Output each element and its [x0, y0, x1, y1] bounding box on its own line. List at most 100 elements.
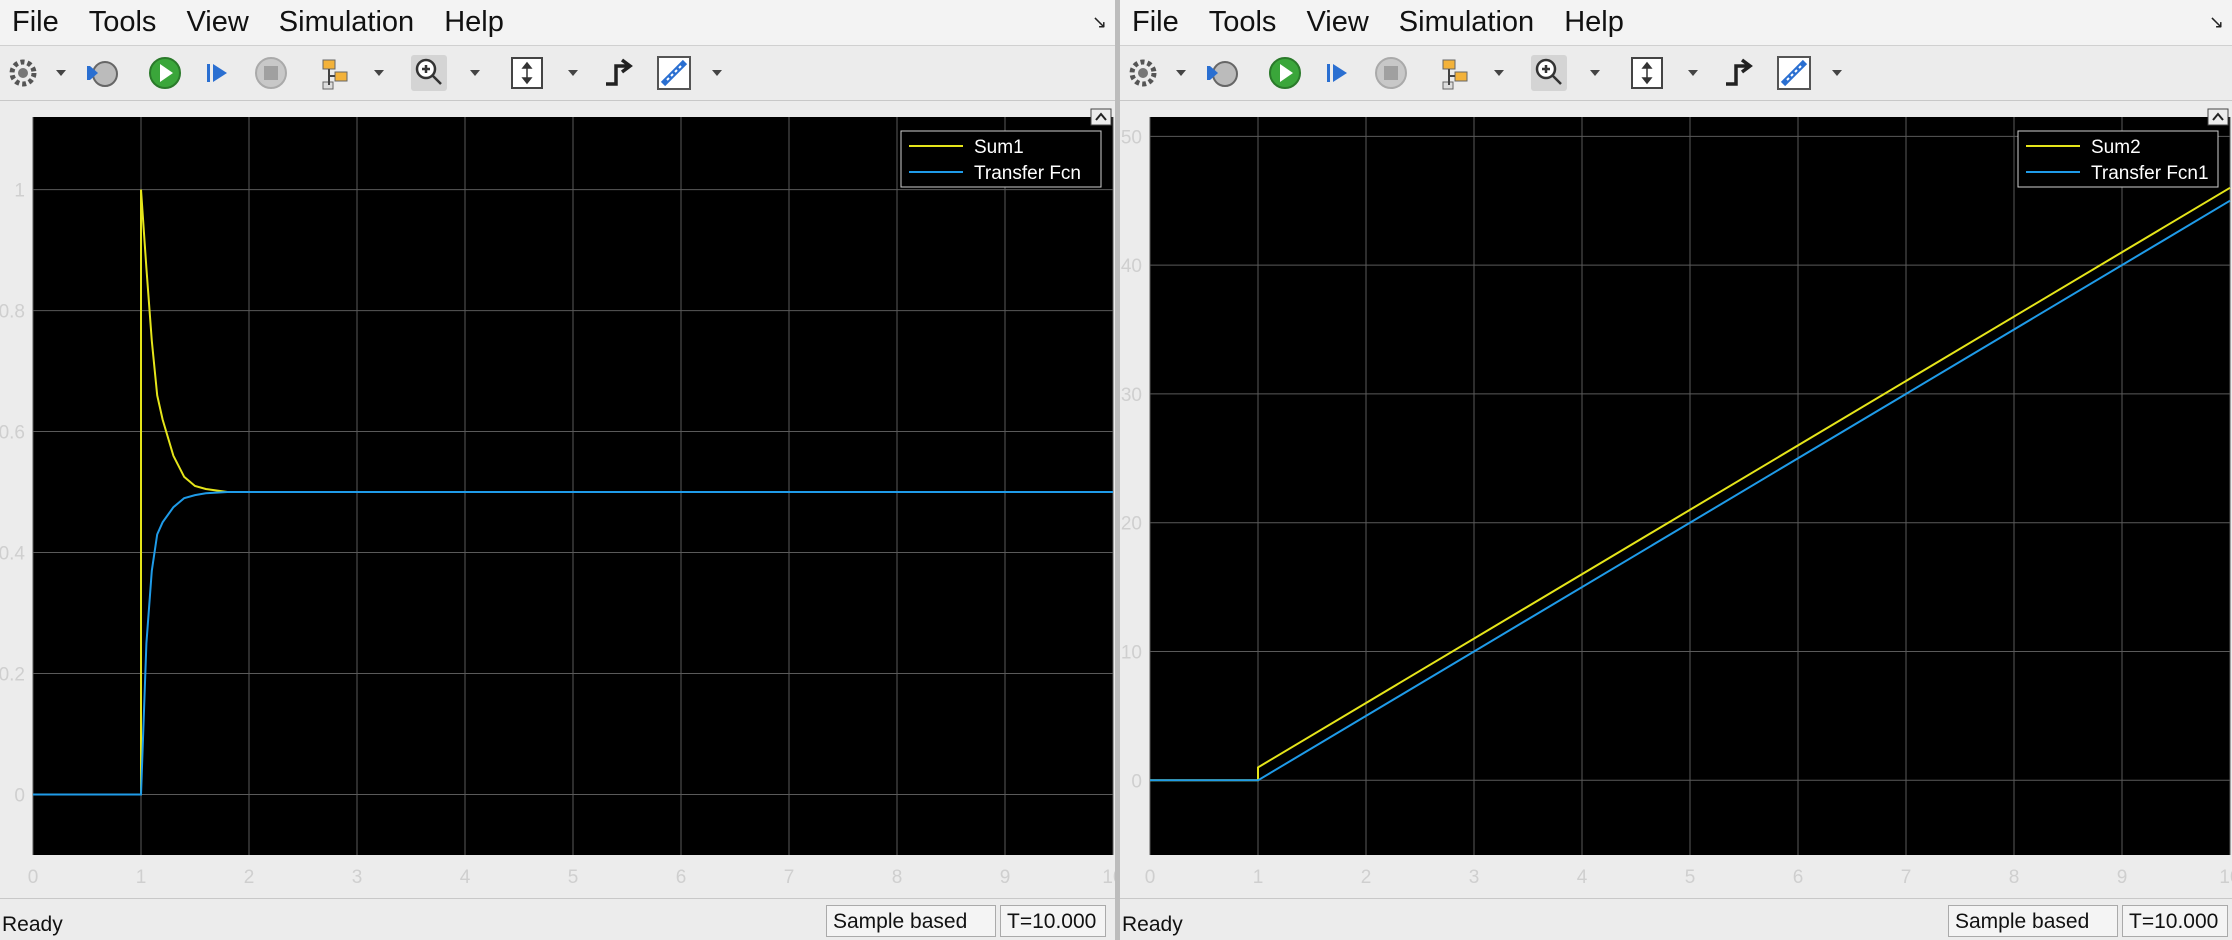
x-tick-label: 0 — [1145, 867, 1156, 888]
x-tick-label: 1 — [136, 867, 147, 888]
status-bar: Ready Sample based T=10.000 — [0, 898, 1115, 940]
x-tick-label: 1 — [1253, 867, 1264, 888]
x-tick-label: 4 — [460, 867, 471, 888]
chevron-down-icon[interactable] — [1588, 66, 1602, 80]
legend-label: Sum2 — [2091, 137, 2141, 158]
y-tick-label: 0.4 — [0, 544, 25, 565]
x-tick-label: 2 — [1361, 867, 1372, 888]
plot-area: 0 1 2 3 4 5 6 7 8 9 10 0 0.2 0.4 0.6 0.8 1 Sum1 Transfer F… — [0, 101, 1115, 898]
chevron-down-icon[interactable] — [372, 66, 386, 80]
legend-label: Transfer Fcn — [974, 163, 1081, 184]
legend-label: Transfer Fcn1 — [2091, 163, 2209, 184]
y-tick-label: 10 — [1121, 643, 1142, 664]
zoom-icon[interactable] — [410, 54, 448, 92]
maximize-axes-icon[interactable] — [1090, 108, 1112, 126]
cursor-measurements-icon[interactable] — [1775, 54, 1813, 92]
x-tick-label: 2 — [244, 867, 255, 888]
plot-area: 0 1 2 3 4 5 6 7 8 9 10 0 10 20 30 40 50 Sum2 Transfer Fcn1 — [1120, 101, 2232, 898]
x-tick-label: 9 — [2117, 867, 2128, 888]
menu-simulation[interactable]: Simulation — [1384, 0, 1549, 45]
scope-window-left: File Tools View Simulation Help ↘ 0 1 2 3 4 5… — [0, 0, 1115, 940]
triggers-icon[interactable] — [1720, 54, 1758, 92]
status-sim-time: T=10.000 — [2122, 905, 2228, 937]
chevron-down-icon[interactable] — [1174, 66, 1188, 80]
menu-file[interactable]: File — [1120, 0, 1194, 45]
maximize-axes-icon[interactable] — [2207, 108, 2229, 126]
simulink-highlight-icon[interactable] — [316, 54, 354, 92]
settings-gear-icon[interactable] — [4, 54, 42, 92]
menu-bar: File Tools View Simulation Help ↘ — [0, 0, 1115, 46]
chevron-down-icon[interactable] — [1686, 66, 1700, 80]
step-back-icon[interactable] — [1204, 54, 1242, 92]
undock-icon[interactable]: ↘ — [2209, 12, 2224, 33]
x-tick-label: 7 — [1901, 867, 1912, 888]
stop-icon[interactable] — [252, 54, 290, 92]
run-icon[interactable] — [146, 54, 184, 92]
x-tick-label: 10 — [1102, 867, 1115, 888]
chevron-down-icon[interactable] — [54, 66, 68, 80]
step-forward-icon[interactable] — [1318, 54, 1356, 92]
y-tick-label: 50 — [1121, 127, 1142, 148]
x-tick-label: 8 — [892, 867, 903, 888]
stop-icon[interactable] — [1372, 54, 1410, 92]
settings-gear-icon[interactable] — [1124, 54, 1162, 92]
step-back-icon[interactable] — [84, 54, 122, 92]
status-ready: Ready — [1122, 913, 1183, 936]
undock-icon[interactable]: ↘ — [1092, 12, 1107, 33]
menu-tools[interactable]: Tools — [74, 0, 172, 45]
status-bar: Ready Sample based T=10.000 — [1120, 898, 2232, 940]
status-ready: Ready — [2, 913, 63, 936]
status-sample-mode: Sample based — [826, 905, 996, 937]
y-tick-label: 1 — [14, 181, 25, 202]
menu-view[interactable]: View — [171, 0, 263, 45]
menu-tools[interactable]: Tools — [1194, 0, 1292, 45]
menu-help[interactable]: Help — [1549, 0, 1639, 45]
y-tick-label: 30 — [1121, 385, 1142, 406]
x-tick-label: 3 — [352, 867, 363, 888]
chevron-down-icon[interactable] — [566, 66, 580, 80]
x-tick-label: 6 — [1793, 867, 1804, 888]
scale-axes-icon[interactable] — [1628, 54, 1666, 92]
x-tick-label: 9 — [1000, 867, 1011, 888]
x-tick-label: 10 — [2219, 867, 2232, 888]
y-tick-label: 0.2 — [0, 665, 25, 686]
x-tick-label: 6 — [676, 867, 687, 888]
menu-help[interactable]: Help — [429, 0, 519, 45]
menu-file[interactable]: File — [0, 0, 74, 45]
x-tick-label: 3 — [1469, 867, 1480, 888]
menu-view[interactable]: View — [1291, 0, 1383, 45]
y-tick-label: 0.6 — [0, 423, 25, 444]
x-tick-label: 0 — [28, 867, 39, 888]
x-tick-label: 5 — [1685, 867, 1696, 888]
chevron-down-icon[interactable] — [1830, 66, 1844, 80]
menu-simulation[interactable]: Simulation — [264, 0, 429, 45]
x-tick-label: 5 — [568, 867, 579, 888]
chevron-down-icon[interactable] — [710, 66, 724, 80]
y-tick-label: 0 — [14, 786, 25, 807]
chevron-down-icon[interactable] — [1492, 66, 1506, 80]
x-tick-label: 7 — [784, 867, 795, 888]
y-tick-label: 20 — [1121, 514, 1142, 535]
run-icon[interactable] — [1266, 54, 1304, 92]
scope-chart[interactable]: 0 1 2 3 4 5 6 7 8 9 10 0 0.2 0.4 0.6 0.8 1 Sum1 Transfer F… — [0, 101, 1115, 898]
chevron-down-icon[interactable] — [468, 66, 482, 80]
y-tick-label: 0 — [1131, 771, 1142, 792]
zoom-icon[interactable] — [1530, 54, 1568, 92]
triggers-icon[interactable] — [600, 54, 638, 92]
legend-label: Sum1 — [974, 137, 1024, 158]
toolbar — [0, 46, 1115, 101]
scale-axes-icon[interactable] — [508, 54, 546, 92]
x-tick-label: 8 — [2009, 867, 2020, 888]
step-forward-icon[interactable] — [198, 54, 236, 92]
scope-window-right: File Tools View Simulation Help ↘ 0 1 2 3 4 5… — [1120, 0, 2232, 940]
simulink-highlight-icon[interactable] — [1436, 54, 1474, 92]
y-tick-label: 0.8 — [0, 302, 25, 323]
y-tick-label: 40 — [1121, 256, 1142, 277]
toolbar — [1120, 46, 2232, 101]
status-sim-time: T=10.000 — [1000, 905, 1106, 937]
cursor-measurements-icon[interactable] — [655, 54, 693, 92]
status-sample-mode: Sample based — [1948, 905, 2118, 937]
scope-chart[interactable]: 0 1 2 3 4 5 6 7 8 9 10 0 10 20 30 40 50 Sum2 Transfer Fcn1 — [1120, 101, 2232, 898]
menu-bar: File Tools View Simulation Help ↘ — [1120, 0, 2232, 46]
x-tick-label: 4 — [1577, 867, 1588, 888]
